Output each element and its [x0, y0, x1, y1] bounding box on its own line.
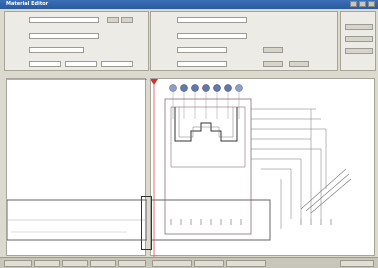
status-item[interactable] — [340, 260, 374, 267]
field-button-2[interactable] — [121, 17, 133, 23]
circle-icon — [235, 84, 243, 92]
diagram-svg — [149, 79, 352, 257]
form-field-2[interactable] — [29, 33, 99, 39]
side-button-3[interactable] — [345, 48, 373, 54]
circle-icon — [224, 84, 232, 92]
maximize-button[interactable] — [359, 1, 366, 7]
form-field-5[interactable] — [65, 61, 97, 67]
option-button-2[interactable] — [263, 61, 283, 67]
option-button-3[interactable] — [289, 61, 309, 67]
form-field-9[interactable] — [177, 47, 227, 53]
title-bar: Material Editor — [0, 0, 378, 9]
diagram-canvas[interactable] — [149, 78, 375, 257]
form-field-7[interactable] — [177, 17, 247, 23]
form-field-8[interactable] — [177, 33, 247, 39]
canvas-toolbar — [169, 84, 243, 92]
status-item[interactable] — [90, 260, 116, 267]
side-button-2[interactable] — [345, 36, 373, 42]
status-item[interactable] — [152, 260, 192, 267]
application-window: Material Editor — [0, 0, 378, 268]
status-item[interactable] — [62, 260, 88, 267]
form-field-3[interactable] — [29, 47, 84, 53]
circle-icon — [169, 84, 177, 92]
form-field-4[interactable] — [29, 61, 61, 67]
right-form-panel — [150, 11, 338, 71]
circle-icon — [213, 84, 221, 92]
side-button-1[interactable] — [345, 24, 373, 30]
window-title: Material Editor — [6, 1, 49, 7]
option-button-1[interactable] — [263, 47, 283, 53]
circle-icon — [202, 84, 210, 92]
status-item[interactable] — [4, 260, 32, 267]
side-panel — [340, 11, 376, 71]
circle-icon — [191, 84, 199, 92]
circle-icon — [180, 84, 188, 92]
form-field-1[interactable] — [29, 17, 99, 23]
marker-icon — [150, 79, 158, 85]
minimize-button[interactable] — [350, 1, 357, 7]
form-field-6[interactable] — [101, 61, 133, 67]
left-list-panel — [6, 78, 148, 256]
close-button[interactable] — [368, 1, 375, 7]
field-button-1[interactable] — [107, 17, 119, 23]
status-item[interactable] — [194, 260, 224, 267]
status-item[interactable] — [118, 260, 146, 267]
status-bar — [0, 257, 378, 268]
status-item[interactable] — [226, 260, 266, 267]
left-form-panel — [4, 11, 149, 71]
status-item[interactable] — [34, 260, 60, 267]
left-panel-graphics — [6, 78, 148, 241]
selection-box[interactable] — [141, 196, 152, 250]
form-field-10[interactable] — [177, 61, 227, 67]
